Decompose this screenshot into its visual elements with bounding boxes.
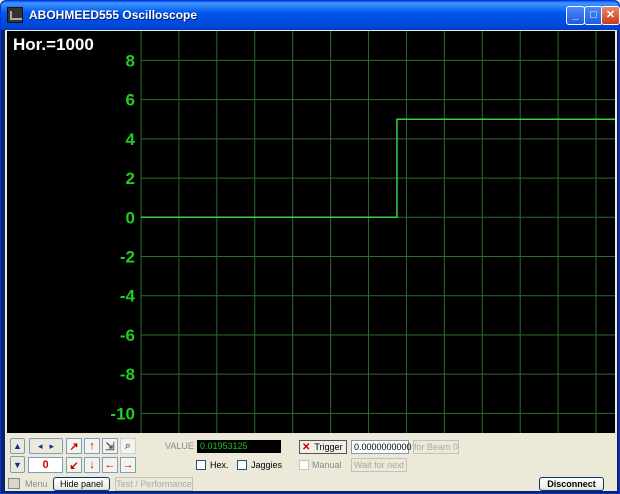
disconnect-button[interactable]: Disconnect: [539, 477, 604, 491]
hex-label: Hex.: [210, 460, 229, 470]
y-tick-label: 0: [126, 208, 135, 227]
manual-label: Manual: [312, 460, 342, 470]
signal-trace: [141, 118, 615, 219]
right-arrow-icon[interactable]: →: [120, 457, 136, 473]
left-arrow-icon[interactable]: ←: [102, 457, 118, 473]
pan-up-button[interactable]: ▲: [10, 438, 25, 454]
y-tick-label: -8: [120, 365, 135, 384]
pan-down-button[interactable]: ▼: [10, 456, 25, 473]
fit-icon[interactable]: ⇲: [102, 438, 118, 454]
scope-plot: 8 6 4 2 0 -2 -4 -6 -8 -10: [110, 31, 615, 433]
title-bar[interactable]: ABOHMEED555 Oscilloscope _ □ ✕: [1, 1, 620, 30]
y-tick-label: 6: [126, 91, 135, 110]
jaggies-label: Jaggies: [251, 460, 283, 470]
trigger-label: Trigger: [314, 442, 343, 452]
close-x-icon: ✕: [302, 442, 311, 453]
magnifier-icon[interactable]: ⌕: [120, 438, 136, 454]
value-readout: 0.01953125: [197, 440, 281, 453]
window-title: ABOHMEED555 Oscilloscope: [29, 8, 198, 22]
oscilloscope-display[interactable]: 8 6 4 2 0 -2 -4 -6 -8 -10 Hor.=1000: [7, 31, 615, 433]
trigger-value-field[interactable]: 0.0000000000: [351, 440, 412, 454]
control-panel: ▲ ▼ ◂ ▸ 0 ↗ ↑ ⇲ ⌕ ↙ ↓ ← → VALUE 0.019531…: [7, 435, 615, 477]
menu-label[interactable]: Menu: [25, 479, 48, 489]
status-bar: Menu Hide panel Test / Performance Disco…: [5, 476, 617, 491]
menu-icon[interactable]: [8, 478, 20, 489]
oscilloscope-window: ABOHMEED555 Oscilloscope _ □ ✕ 8 6 4 2 0 -2 -4…: [0, 0, 620, 494]
offset-field[interactable]: 0: [28, 457, 63, 473]
close-button[interactable]: ✕: [601, 6, 620, 25]
wait-for-next-button[interactable]: Wait for next: [351, 458, 407, 472]
zoom-out-arrow-icon[interactable]: ↙: [66, 457, 82, 473]
y-tick-label: -4: [120, 287, 136, 306]
y-tick-label: -6: [120, 326, 135, 345]
jaggies-checkbox[interactable]: [237, 460, 247, 470]
pan-horizontal-button[interactable]: ◂ ▸: [29, 438, 63, 454]
zoom-in-arrow-icon[interactable]: ↗: [66, 438, 82, 454]
horizontal-scale-label: Hor.=1000: [13, 35, 94, 54]
test-performance-button[interactable]: Test / Performance: [115, 477, 193, 491]
trigger-button[interactable]: ✕ Trigger: [299, 440, 347, 454]
down-arrow-icon[interactable]: ↓: [84, 457, 100, 473]
value-label: VALUE: [165, 441, 194, 451]
up-arrow-icon[interactable]: ↑: [84, 438, 100, 454]
y-tick-label: 4: [126, 130, 136, 149]
y-tick-label: 2: [126, 169, 135, 188]
hide-panel-button[interactable]: Hide panel: [53, 477, 110, 491]
hex-checkbox[interactable]: [196, 460, 206, 470]
pan-right-icon[interactable]: ▸: [50, 441, 55, 452]
y-tick-label: -2: [120, 248, 135, 267]
minimize-button[interactable]: _: [566, 6, 585, 25]
pan-left-icon[interactable]: ◂: [38, 441, 43, 452]
manual-checkbox[interactable]: [299, 460, 309, 470]
app-icon[interactable]: [7, 7, 23, 23]
client-area: 8 6 4 2 0 -2 -4 -6 -8 -10 Hor.=1000 ▲ ▼ ◂ ▸ 0 ↗ ↑…: [5, 30, 617, 491]
y-tick-label: -10: [110, 404, 135, 423]
for-beam-button[interactable]: for Beam 0: [413, 440, 459, 454]
y-tick-label: 8: [126, 51, 135, 70]
